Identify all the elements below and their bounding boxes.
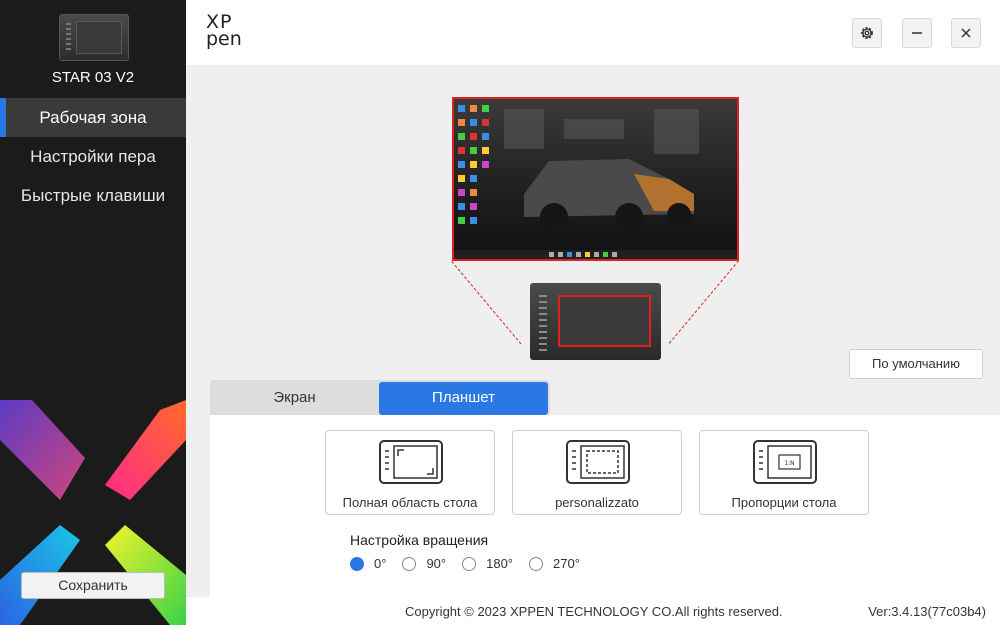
sidebar-item-work-area[interactable]: Рабочая зона — [0, 98, 186, 137]
version-text: Ver:3.4.13(77c03b4) — [868, 604, 986, 619]
mapping-line-left — [451, 261, 522, 345]
tablet-thumbnail — [60, 15, 128, 60]
desktop-wallpaper-image — [454, 99, 737, 259]
minimize-button[interactable] — [902, 18, 932, 48]
radio-0[interactable] — [350, 556, 364, 571]
radio-270[interactable] — [529, 556, 543, 571]
top-bar: XP pen — [186, 0, 1000, 65]
radio-180[interactable] — [462, 556, 477, 571]
sidebar-nav: Рабочая зона Настройки пера Быстрые клав… — [0, 98, 186, 215]
custom-area-option[interactable]: personalizzato — [512, 430, 682, 515]
tab-tablet[interactable]: Планшет — [379, 382, 548, 415]
rotation-option-0[interactable]: 0° — [350, 556, 386, 571]
radio-90[interactable] — [402, 556, 417, 571]
rotation-label-270: 270° — [553, 556, 580, 571]
close-icon — [961, 28, 971, 38]
xppen-logo: XP pen — [206, 13, 242, 50]
device-name: STAR 03 V2 — [51, 69, 135, 86]
ratio-area-icon: 1:N — [753, 440, 817, 484]
full-area-option[interactable]: Полная область стола — [325, 430, 495, 515]
tab-screen[interactable]: Экран — [210, 380, 379, 415]
copyright-text: Copyright © 2023 XPPEN TECHNOLOGY CO.All… — [405, 604, 783, 619]
gear-icon — [861, 27, 873, 39]
rotation-title: Настройка вращения — [350, 532, 489, 548]
close-button[interactable] — [951, 18, 981, 48]
sidebar-item-pen-settings[interactable]: Настройки пера — [0, 137, 186, 176]
rotation-options: 0° 90° 180° 270° — [350, 556, 596, 571]
ratio-area-option[interactable]: 1:N Пропорции стола — [699, 430, 869, 515]
sidebar-item-shortcut-keys[interactable]: Быстрые клавиши — [0, 176, 186, 215]
tablet-active-area[interactable] — [558, 295, 651, 347]
footer: Copyright © 2023 XPPEN TECHNOLOGY CO.All… — [186, 597, 1000, 625]
mapping-tabs: Экран Планшет — [210, 380, 550, 415]
ratio-icon-text: 1:N — [784, 460, 794, 467]
mapping-line-right — [668, 260, 739, 344]
full-area-label: Полная область стола — [342, 495, 478, 510]
default-button[interactable]: По умолчанию — [849, 349, 983, 379]
rotation-label-180: 180° — [486, 556, 513, 571]
settings-button[interactable] — [852, 18, 882, 48]
full-area-icon — [379, 440, 443, 484]
tablet-settings-panel: Полная область стола personalizzato 1:N … — [210, 415, 1000, 625]
rotation-label-90: 90° — [426, 556, 447, 571]
screen-preview — [452, 97, 739, 261]
minimize-icon — [912, 32, 922, 34]
tablet-express-keys — [539, 295, 547, 351]
rotation-option-180[interactable]: 180° — [462, 556, 513, 571]
logo-text-pen: pen — [206, 28, 242, 50]
work-area-panel: По умолчанию Экран Планшет Полная област… — [186, 65, 1000, 625]
custom-area-icon — [566, 440, 630, 484]
ratio-area-label: Пропорции стола — [731, 495, 837, 510]
tablet-preview — [530, 283, 661, 360]
rotation-label-0: 0° — [374, 556, 387, 571]
save-button[interactable]: Сохранить — [21, 572, 165, 599]
sidebar: STAR 03 V2 Рабочая зона Настройки пера Б… — [0, 0, 186, 625]
rotation-option-270[interactable]: 270° — [529, 556, 580, 571]
rotation-option-90[interactable]: 90° — [402, 556, 446, 571]
custom-area-label: personalizzato — [555, 495, 639, 510]
